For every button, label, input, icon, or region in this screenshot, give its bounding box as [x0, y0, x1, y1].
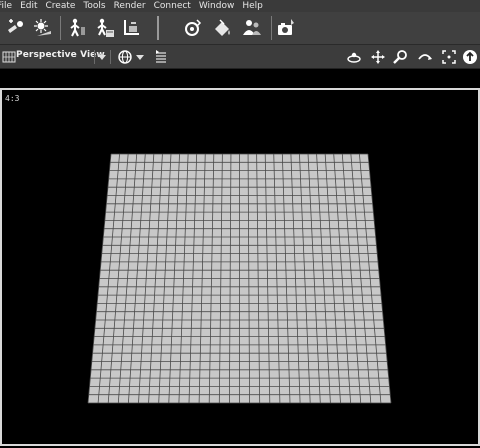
refresh-render-icon[interactable] — [182, 17, 204, 39]
menu-tools[interactable]: Tools — [83, 1, 105, 11]
dolly-icon[interactable] — [416, 48, 434, 66]
menu-connect[interactable]: Connect — [154, 1, 191, 11]
main-toolbar — [0, 12, 480, 45]
view-dropdown-icon[interactable] — [98, 53, 106, 61]
paint-bucket-icon[interactable] — [212, 17, 234, 39]
menu-bar: File Edit Create Tools Render Connect Wi… — [0, 0, 480, 12]
list-icon[interactable] — [152, 48, 170, 66]
figure-pose-icon[interactable] — [66, 17, 88, 39]
toolbar-separator — [157, 16, 159, 40]
camera-render-icon[interactable] — [275, 17, 297, 39]
viewport-gap — [0, 70, 480, 88]
view-name[interactable]: Perspective View — [16, 50, 105, 60]
view-divider — [110, 50, 111, 64]
ground-plane-icon[interactable] — [121, 17, 143, 39]
toolbar-separator — [60, 16, 61, 40]
people-icon[interactable] — [241, 17, 263, 39]
ground-plane[interactable] — [2, 90, 478, 444]
menu-create[interactable]: Create — [46, 1, 76, 11]
menu-file[interactable]: File — [0, 1, 12, 11]
perspective-viewport[interactable]: 4:3 — [0, 88, 480, 446]
menu-help[interactable]: Help — [242, 1, 263, 11]
orbit-icon[interactable] — [345, 48, 363, 66]
pan-icon[interactable] — [369, 48, 387, 66]
figure-load-icon[interactable] — [94, 17, 116, 39]
zoom-icon[interactable] — [392, 48, 410, 66]
up-icon[interactable] — [461, 48, 479, 66]
sun-icon[interactable] — [32, 17, 54, 39]
menu-render[interactable]: Render — [114, 1, 146, 11]
add-light-icon[interactable] — [5, 17, 27, 39]
view-divider — [94, 50, 95, 64]
view-bar: Perspective View — [0, 45, 480, 69]
frame-icon[interactable] — [440, 48, 458, 66]
menu-window[interactable]: Window — [199, 1, 235, 11]
menu-edit[interactable]: Edit — [20, 1, 37, 11]
toolbar-separator — [271, 16, 272, 40]
globe-dropdown-icon[interactable] — [136, 53, 144, 61]
globe-icon[interactable] — [116, 48, 134, 66]
